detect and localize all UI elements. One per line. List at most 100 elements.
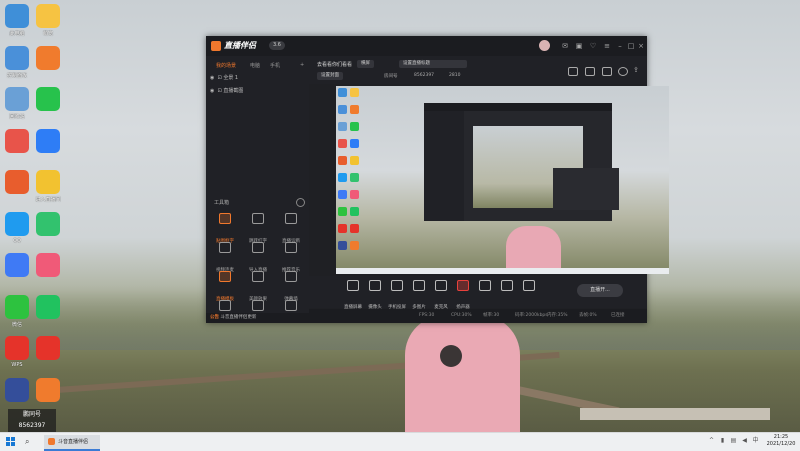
desktop-app-icon[interactable] (36, 45, 60, 70)
control-icon (435, 280, 447, 291)
settings-icon[interactable]: ≡ (603, 42, 611, 50)
control-bar: 直播屏幕 摄像头 手机投屏 多图片 麦克风 扬声器 直播开... (309, 276, 647, 310)
tool-icon (252, 300, 264, 311)
tool-button[interactable]: 弹幕墙 (276, 269, 306, 302)
tool-button[interactable]: 美颜效果 (243, 269, 273, 302)
desktop-app-icon[interactable] (5, 211, 29, 236)
tool-button[interactable]: 跳跃红字 (243, 211, 273, 244)
preview-person (506, 226, 561, 274)
preview-app-icon (338, 224, 347, 233)
windows-start-icon[interactable] (6, 437, 15, 446)
preview-app-icon (338, 122, 347, 131)
tool-button[interactable]: 直播诊断 (276, 211, 306, 244)
control-icon (347, 280, 359, 291)
share-icon[interactable]: ⇪ (633, 67, 641, 74)
taskbar-app[interactable]: 斗音直播伴侣 (44, 435, 100, 451)
desktop-app-icon[interactable] (5, 45, 29, 70)
preview-app-icon (350, 224, 359, 233)
tool-button[interactable]: 推荐音乐 (276, 240, 306, 273)
preview-nested-titlebar (424, 103, 612, 111)
tool-button[interactable]: 导入直播 (243, 240, 273, 273)
bell-icon[interactable] (618, 67, 628, 76)
ime-icon[interactable]: 中 (752, 437, 759, 445)
stream-badge-name: 鹏同号 (22, 411, 41, 418)
battery-icon[interactable]: ▮ (719, 437, 726, 445)
desktop-app-icon[interactable] (5, 128, 29, 153)
start-live-button[interactable]: 直播开... (577, 284, 623, 297)
desktop-app-icon[interactable] (36, 377, 60, 402)
desktop-app-icon[interactable] (5, 4, 29, 28)
scene-item[interactable]: ◉ ⊡ 直播截图 (210, 87, 243, 94)
clock[interactable]: 21:25 2021/12/20 (766, 434, 796, 448)
tool-button[interactable]: 视频连麦 (210, 240, 240, 273)
volume-icon[interactable]: ◀ (741, 437, 748, 445)
tool-icon (252, 242, 264, 253)
minimize-icon[interactable]: – (616, 42, 624, 50)
control-icon (413, 280, 425, 291)
toolbox-toggle-icon[interactable] (296, 198, 305, 207)
version-badge[interactable]: 3.6 (269, 41, 285, 50)
desktop-app-icon[interactable] (36, 336, 60, 360)
desktop-app-icon[interactable] (36, 87, 60, 111)
desktop-icon-label: 进入直播间 (35, 197, 61, 203)
notice-bar[interactable]: 公告 斗音直播伴侣更新 (206, 313, 309, 323)
tool-icon (285, 271, 297, 282)
desktop-app-icon[interactable] (36, 128, 60, 153)
status-bar: FPS:30 CPU:30% 帧率:30 码率:2000kbps 内存:35% 丢帧:0%… (309, 309, 647, 323)
scene-icon[interactable] (568, 67, 578, 76)
preview-nested-canvas (473, 126, 619, 210)
preview-taskbar (336, 268, 669, 274)
desktop-app-icon[interactable] (36, 4, 60, 28)
stream-badge: 鹏同号 8562397 (8, 409, 56, 433)
desktop-app-icon[interactable] (36, 170, 60, 194)
cover-button[interactable]: 设置封面 (317, 72, 343, 80)
desktop-app-icon[interactable] (5, 253, 29, 277)
control-icon (391, 280, 403, 291)
network-icon[interactable]: ▤ (730, 437, 737, 445)
status-item: 帧率:30 (483, 313, 500, 318)
tool-button[interactable]: 贴图框字 (210, 211, 240, 244)
orientation-pill[interactable]: 横屏 (357, 60, 374, 68)
layout-icon[interactable] (602, 67, 612, 76)
search-icon[interactable]: ⌕ (25, 437, 29, 447)
desktop-app-icon[interactable] (36, 211, 60, 236)
shirt-logo (440, 345, 462, 367)
room-title: 去看看你们看看 (317, 62, 353, 68)
title-bar[interactable]: 直播伴侣 3.6 ✉ ▣ ♡ ≡ – □ × (206, 36, 647, 56)
tool-button[interactable]: 直播模板 (210, 269, 240, 302)
desktop-app-icon[interactable] (5, 336, 29, 360)
title-field[interactable]: 设置直播标题 (399, 60, 467, 68)
tab-pc[interactable]: 电脑 (250, 62, 260, 69)
tray-chevron-icon[interactable]: ^ (708, 437, 715, 445)
desktop-app-icon[interactable] (5, 87, 29, 111)
preview-nested-window (424, 103, 619, 221)
message-icon[interactable]: ✉ (561, 42, 569, 50)
app-window: 直播伴侣 3.6 ✉ ▣ ♡ ≡ – □ × 我的场景 电脑 手机 + ◉ ⊡ … (206, 36, 669, 323)
control-icon (369, 280, 381, 291)
gift-icon[interactable]: ▣ (575, 42, 583, 50)
heart-icon[interactable]: ♡ (589, 42, 597, 50)
desktop-app-icon[interactable] (5, 377, 29, 402)
scene-item[interactable]: ◉ ⊡ 全景 1 (210, 74, 238, 81)
desktop-app-icon[interactable] (5, 170, 29, 194)
desktop-app-icon[interactable] (36, 253, 60, 277)
desktop-app-icon[interactable] (5, 294, 29, 319)
tool-icon (219, 271, 231, 282)
room-header: 去看看你们看看 横屏 设置直播标题 设置封面 房间号 8562397 2810 … (309, 56, 647, 84)
avatar[interactable] (539, 40, 550, 51)
desktop-app-icon[interactable] (36, 294, 60, 319)
tool-icon (252, 213, 264, 224)
add-scene-icon[interactable]: + (300, 62, 304, 68)
desktop-icon-label: 微信 (11, 321, 22, 328)
taskbar: ⌕ 斗音直播伴侣 ^ ▮ ▤ ◀ 中 21:25 2021/12/20 (0, 432, 800, 451)
preview-app-icon (338, 173, 347, 182)
maximize-icon[interactable]: □ (627, 42, 635, 50)
close-icon[interactable]: × (637, 42, 645, 50)
preview-app-icon (350, 207, 359, 216)
tab-my-scenes[interactable]: 我的场景 (216, 62, 236, 69)
source-control[interactable] (515, 280, 543, 293)
lock-icon[interactable] (585, 67, 595, 76)
stream-preview[interactable] (336, 86, 669, 274)
tab-phone[interactable]: 手机 (270, 62, 280, 69)
preview-app-icon (338, 241, 347, 250)
